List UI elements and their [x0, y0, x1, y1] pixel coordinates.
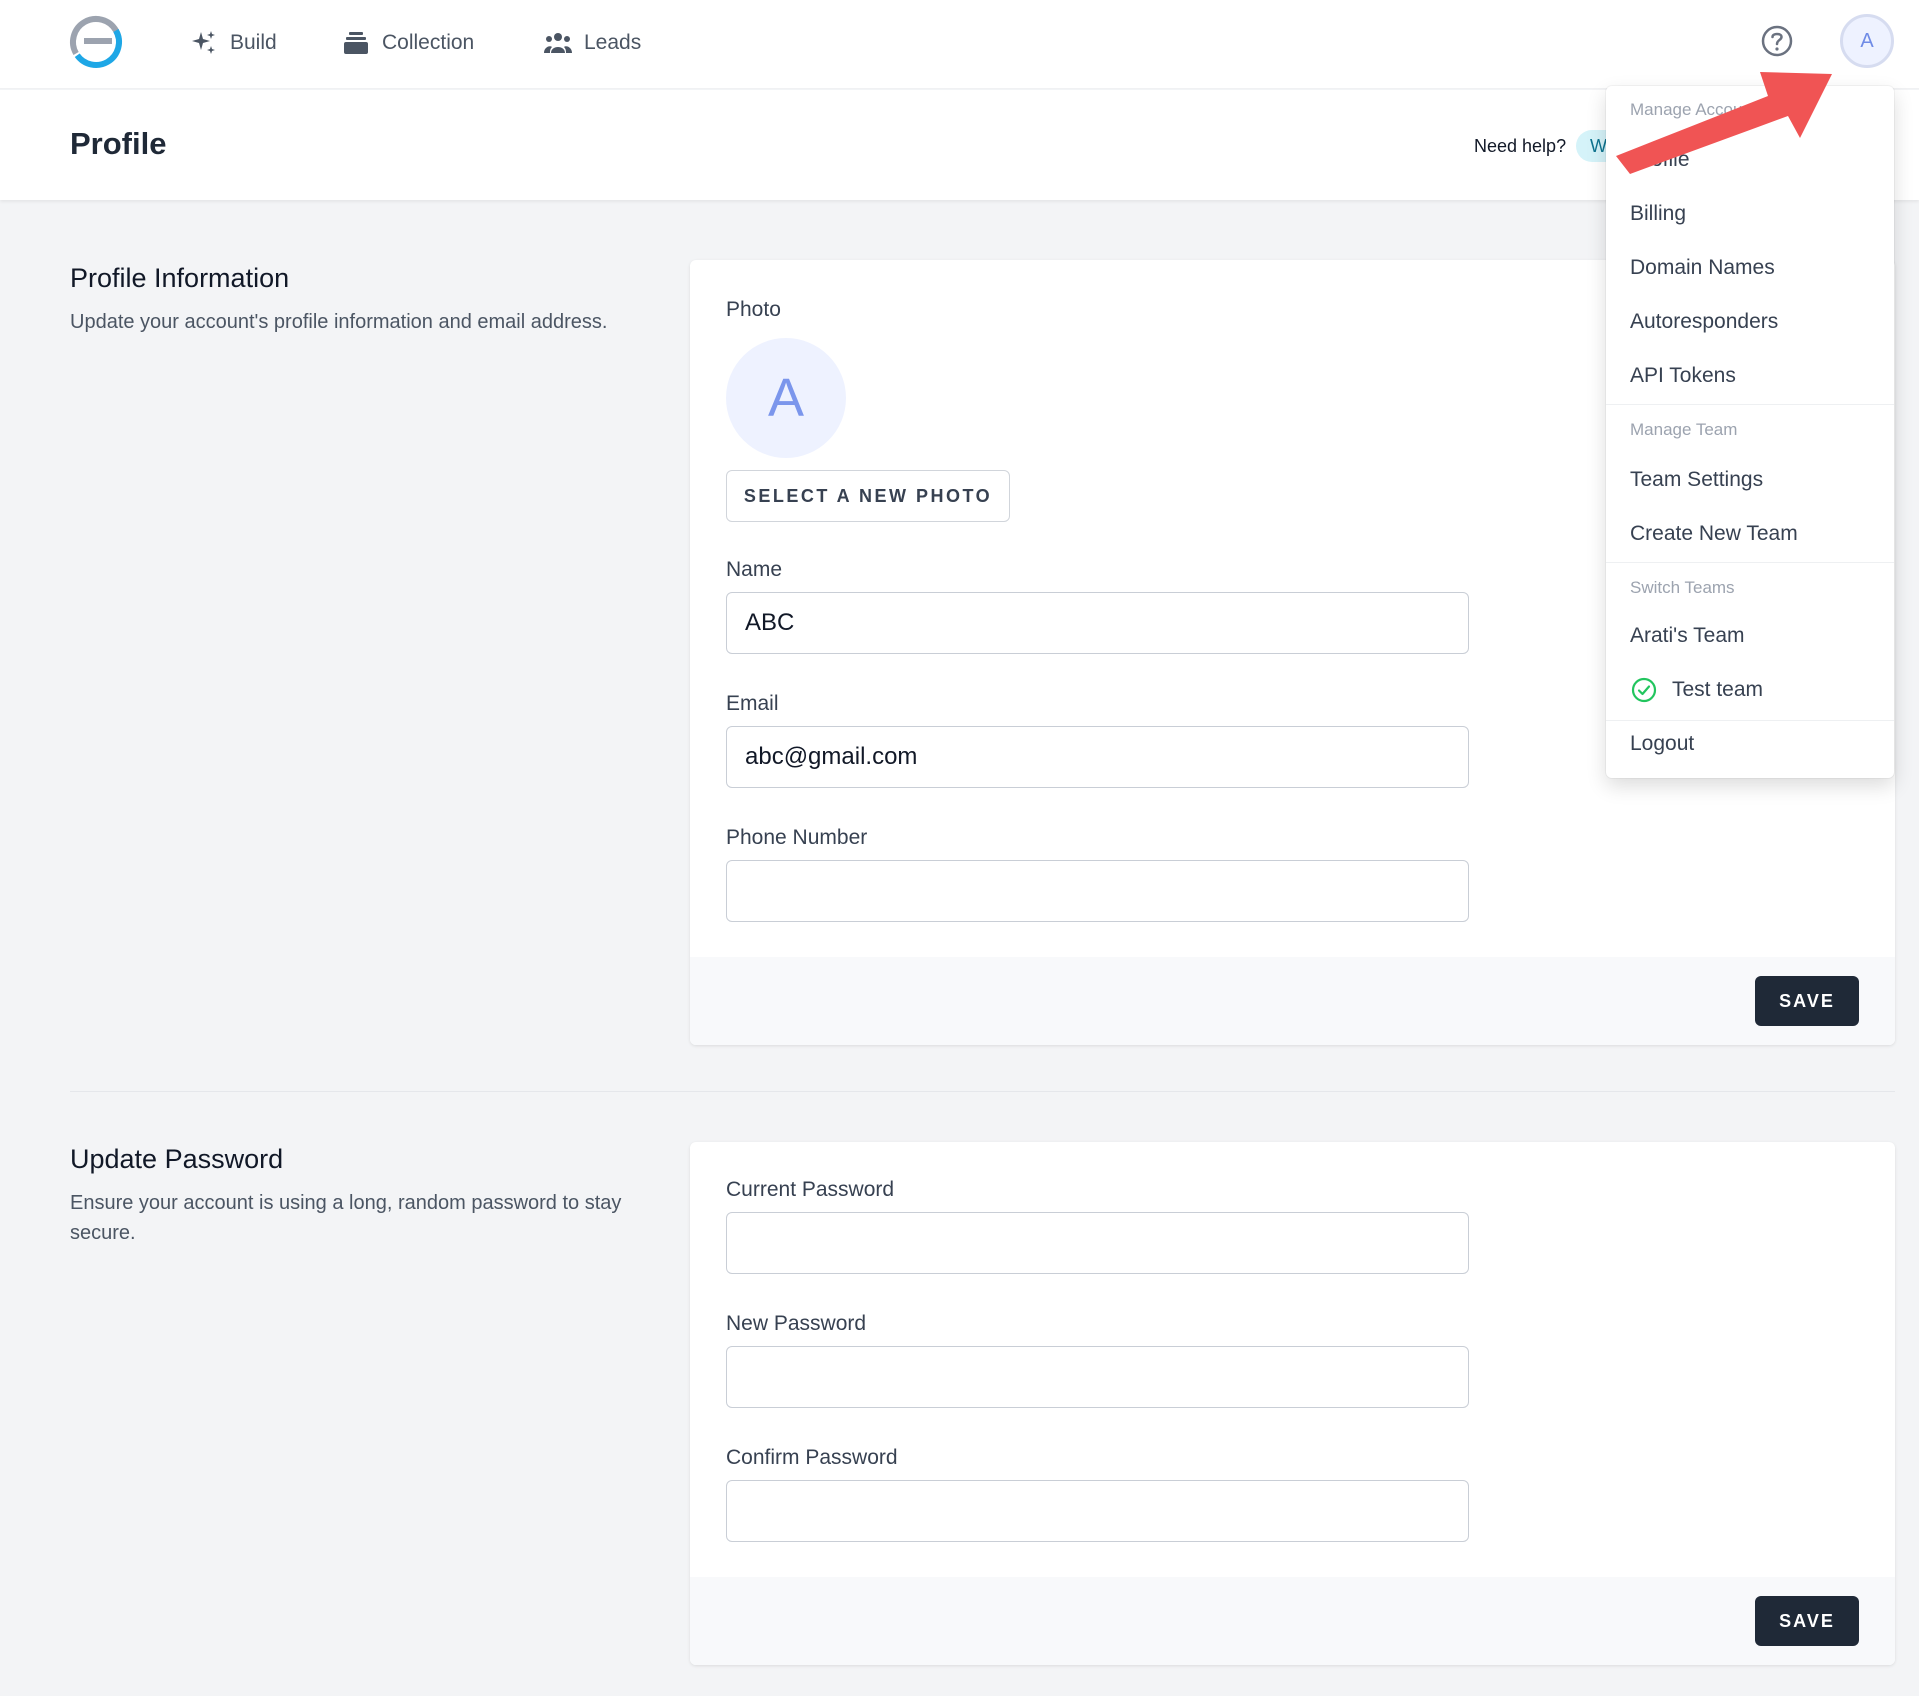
password-section-title: Update Password: [70, 1144, 284, 1174]
password-card: Current Password New Password Confirm Pa…: [690, 1142, 1895, 1665]
nav-build[interactable]: Build: [190, 24, 277, 62]
name-input[interactable]: [726, 592, 1469, 654]
account-dropdown-menu: Manage Account Profile Billing Domain Na…: [1606, 86, 1894, 778]
new-password-label: New Password: [726, 1312, 867, 1335]
help-circle-icon[interactable]: [1760, 24, 1794, 58]
confirm-password-input[interactable]: [726, 1480, 1469, 1542]
stack-icon: [344, 32, 368, 54]
profile-card-footer: SAVE: [690, 957, 1895, 1045]
menu-item-team-aratis-team[interactable]: Arati's Team: [1630, 624, 1745, 648]
menu-item-autoresponders-label: Autoresponders: [1630, 310, 1779, 333]
menu-item-logout-label: Logout: [1630, 732, 1695, 755]
menu-item-domain-names-label: Domain Names: [1630, 256, 1775, 279]
menu-item-team-test-team[interactable]: Test team: [1630, 676, 1763, 704]
menu-item-team-settings[interactable]: Team Settings: [1630, 468, 1763, 492]
menu-separator: [1606, 720, 1894, 721]
menu-item-domain-names[interactable]: Domain Names: [1630, 256, 1775, 280]
email-input[interactable]: [726, 726, 1469, 788]
profile-section-title: Profile Information: [70, 263, 290, 293]
save-profile-button[interactable]: SAVE: [1755, 976, 1859, 1026]
nav-leads[interactable]: Leads: [544, 24, 641, 62]
users-icon: [544, 33, 572, 53]
name-label: Name: [726, 558, 783, 581]
need-help-text: Need help?: [1474, 136, 1567, 156]
phone-label: Phone Number: [726, 826, 868, 849]
photo-label: Photo: [726, 298, 781, 321]
menu-item-team-aratis-team-label: Arati's Team: [1630, 624, 1745, 647]
confirm-password-label: Confirm Password: [726, 1446, 898, 1469]
logo-icon[interactable]: [68, 14, 124, 70]
profile-section-description: Update your account's profile informatio…: [70, 311, 608, 333]
nav-build-label: Build: [230, 31, 277, 54]
user-avatar-button[interactable]: A: [1840, 14, 1894, 68]
select-new-photo-button[interactable]: SELECT A NEW PHOTO: [726, 470, 1010, 522]
manage-account-heading: Manage Account: [1630, 100, 1757, 119]
current-password-label: Current Password: [726, 1178, 895, 1201]
menu-item-team-settings-label: Team Settings: [1630, 468, 1764, 491]
menu-separator: [1606, 404, 1894, 405]
top-navigation: Build Collection Leads A: [0, 0, 1919, 89]
phone-input[interactable]: [726, 860, 1469, 922]
menu-item-autoresponders[interactable]: Autoresponders: [1630, 310, 1778, 334]
menu-item-api-tokens-label: API Tokens: [1630, 364, 1736, 387]
menu-item-billing[interactable]: Billing: [1630, 202, 1686, 226]
page-title: Profile: [70, 126, 167, 161]
profile-photo-avatar: A: [726, 338, 846, 458]
menu-item-api-tokens[interactable]: API Tokens: [1630, 364, 1736, 388]
new-password-input[interactable]: [726, 1346, 1469, 1408]
menu-item-logout[interactable]: Logout: [1630, 732, 1694, 756]
save-password-button[interactable]: SAVE: [1755, 1596, 1859, 1646]
menu-item-team-test-team-label: Test team: [1672, 678, 1764, 701]
nav-collection[interactable]: Collection: [342, 24, 474, 62]
sparkles-icon: [192, 31, 215, 54]
nav-collection-label: Collection: [382, 31, 475, 54]
nav-leads-label: Leads: [584, 31, 642, 54]
password-section-description: Ensure your account is using a long, ran…: [70, 1192, 622, 1244]
password-card-footer: SAVE: [690, 1577, 1895, 1665]
email-label: Email: [726, 692, 779, 715]
switch-teams-heading: Switch Teams: [1630, 578, 1735, 597]
check-circle-icon: [1631, 677, 1657, 703]
menu-item-billing-label: Billing: [1630, 202, 1687, 225]
current-password-input[interactable]: [726, 1212, 1469, 1274]
menu-item-profile[interactable]: Profile: [1630, 148, 1690, 172]
manage-team-heading: Manage Team: [1630, 420, 1738, 439]
menu-item-create-new-team-label: Create New Team: [1630, 522, 1798, 545]
menu-item-create-new-team[interactable]: Create New Team: [1630, 522, 1798, 546]
menu-separator: [1606, 562, 1894, 563]
menu-item-profile-label: Profile: [1630, 148, 1690, 171]
section-divider: [70, 1091, 1895, 1092]
